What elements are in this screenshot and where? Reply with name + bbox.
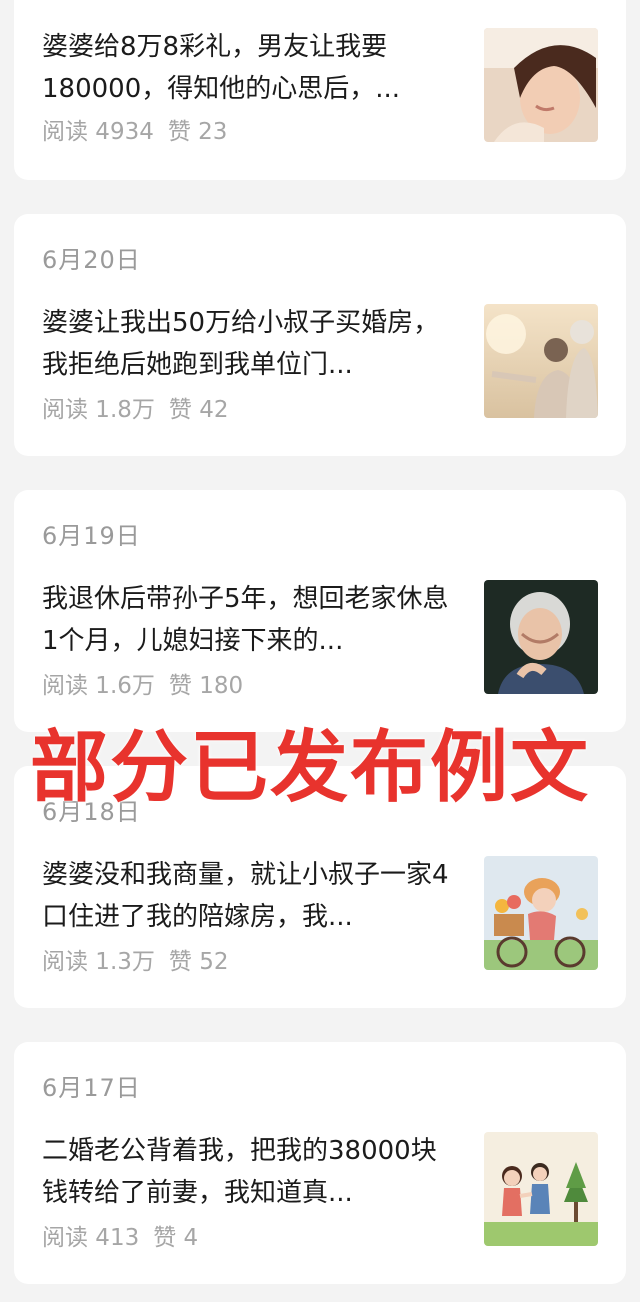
article-stats: 阅读 1.3万赞 52 (42, 942, 242, 976)
read-count: 阅读 4934 (42, 119, 154, 145)
like-count: 赞 52 (168, 949, 229, 975)
read-count: 阅读 1.8万 (42, 397, 155, 423)
article-card[interactable]: 6月17日 二婚老公背着我，把我的38000块钱转给了前妻，我知道真... 阅读… (14, 1042, 626, 1284)
article-stats: 阅读 1.8万赞 42 (42, 390, 242, 424)
woman-crying-photo-icon (484, 28, 598, 142)
article-stats: 阅读 1.6万赞 180 (42, 666, 257, 700)
like-count: 赞 23 (167, 119, 228, 145)
elderly-woman-photo-icon (484, 580, 598, 694)
elderly-couple-photo-icon (484, 304, 598, 418)
like-count: 赞 180 (168, 673, 244, 699)
article-stats: 阅读 4934 赞 23 (42, 112, 241, 146)
like-count: 赞 42 (168, 397, 229, 423)
read-count: 阅读 413 (42, 1225, 140, 1251)
article-title: 二婚老公背着我，把我的38000块钱转给了前妻，我知道真... (42, 1136, 437, 1208)
article-stats: 阅读 413 赞 4 (42, 1218, 212, 1252)
article-title: 婆婆给8万8彩礼，男友让我要180000，得知他的心思后，... (42, 32, 401, 104)
article-card[interactable]: 6月20日 婆婆让我出50万给小叔子买婚房，我拒绝后她跑到我单位门... 阅读 … (14, 214, 626, 456)
like-count: 赞 4 (153, 1225, 199, 1251)
overlay-caption: 部分已发布例文 (30, 723, 591, 813)
article-title: 婆婆没和我商量，就让小叔子一家4口住进了我的陪嫁房，我... (42, 860, 449, 932)
article-date: 6月17日 (42, 1074, 141, 1102)
article-card[interactable]: 婆婆给8万8彩礼，男友让我要180000，得知他的心思后，... 阅读 4934… (14, 0, 626, 180)
read-count: 阅读 1.6万 (42, 673, 155, 699)
couple-walking-illustration-icon (484, 1132, 598, 1246)
article-date: 6月19日 (42, 522, 141, 550)
grandma-bicycle-illustration-icon (484, 856, 598, 970)
article-title: 我退休后带孙子5年，想回老家休息1个月，儿媳妇接下来的... (42, 584, 449, 656)
article-title: 婆婆让我出50万给小叔子买婚房，我拒绝后她跑到我单位门... (42, 308, 440, 380)
article-card[interactable]: 6月19日 我退休后带孙子5年，想回老家休息1个月，儿媳妇接下来的... 阅读 … (14, 490, 626, 732)
article-date: 6月20日 (42, 246, 141, 274)
read-count: 阅读 1.3万 (42, 949, 155, 975)
